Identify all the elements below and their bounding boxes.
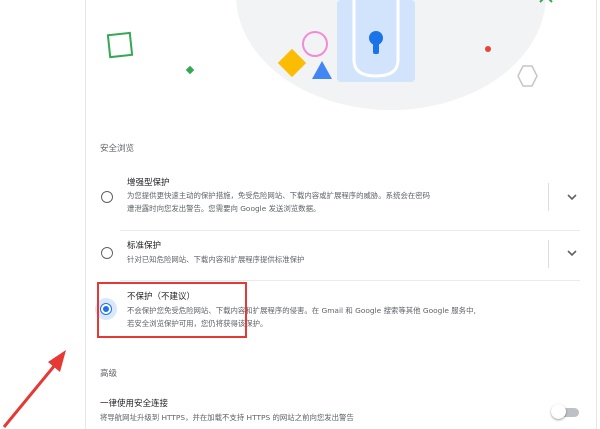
https-title: 一律使用安全连接 — [100, 399, 169, 409]
hero-shapes — [106, 0, 553, 87]
advanced-section-label: 高级 — [100, 369, 118, 379]
radio-enhanced[interactable] — [101, 191, 113, 203]
option-title: 增强型保护 — [127, 178, 170, 188]
option-separator — [120, 280, 580, 281]
option-desc-line-1: 为您提供更快速主动的保护措施，免受危险网站、下载内容或扩展程序的威胁。系统会在密… — [127, 191, 431, 200]
https-desc: 将导航网址升级到 HTTPS，并在加载不支持 HTTPS 的网站之前向您发出警告 — [100, 413, 354, 422]
radio-standard[interactable] — [101, 247, 113, 259]
divider — [548, 183, 549, 211]
security-hero-illustration — [86, 0, 596, 118]
option-separator — [120, 230, 580, 231]
chevron-down-icon[interactable] — [565, 246, 579, 260]
option-desc-line-1: 针对已知危险网站、下载内容和扩展程序提供标准保护 — [127, 255, 305, 264]
https-toggle-knob[interactable] — [551, 404, 566, 419]
divider — [548, 240, 549, 268]
annotation-highlight-box — [97, 282, 247, 338]
option-desc-line-2: 遭泄露时向您发出警告。您需要向 Google 发送浏览数据。 — [127, 204, 321, 213]
safe-browsing-section-label: 安全浏览 — [100, 144, 135, 154]
option-title: 标准保护 — [127, 241, 162, 251]
chevron-down-icon[interactable] — [565, 190, 579, 204]
